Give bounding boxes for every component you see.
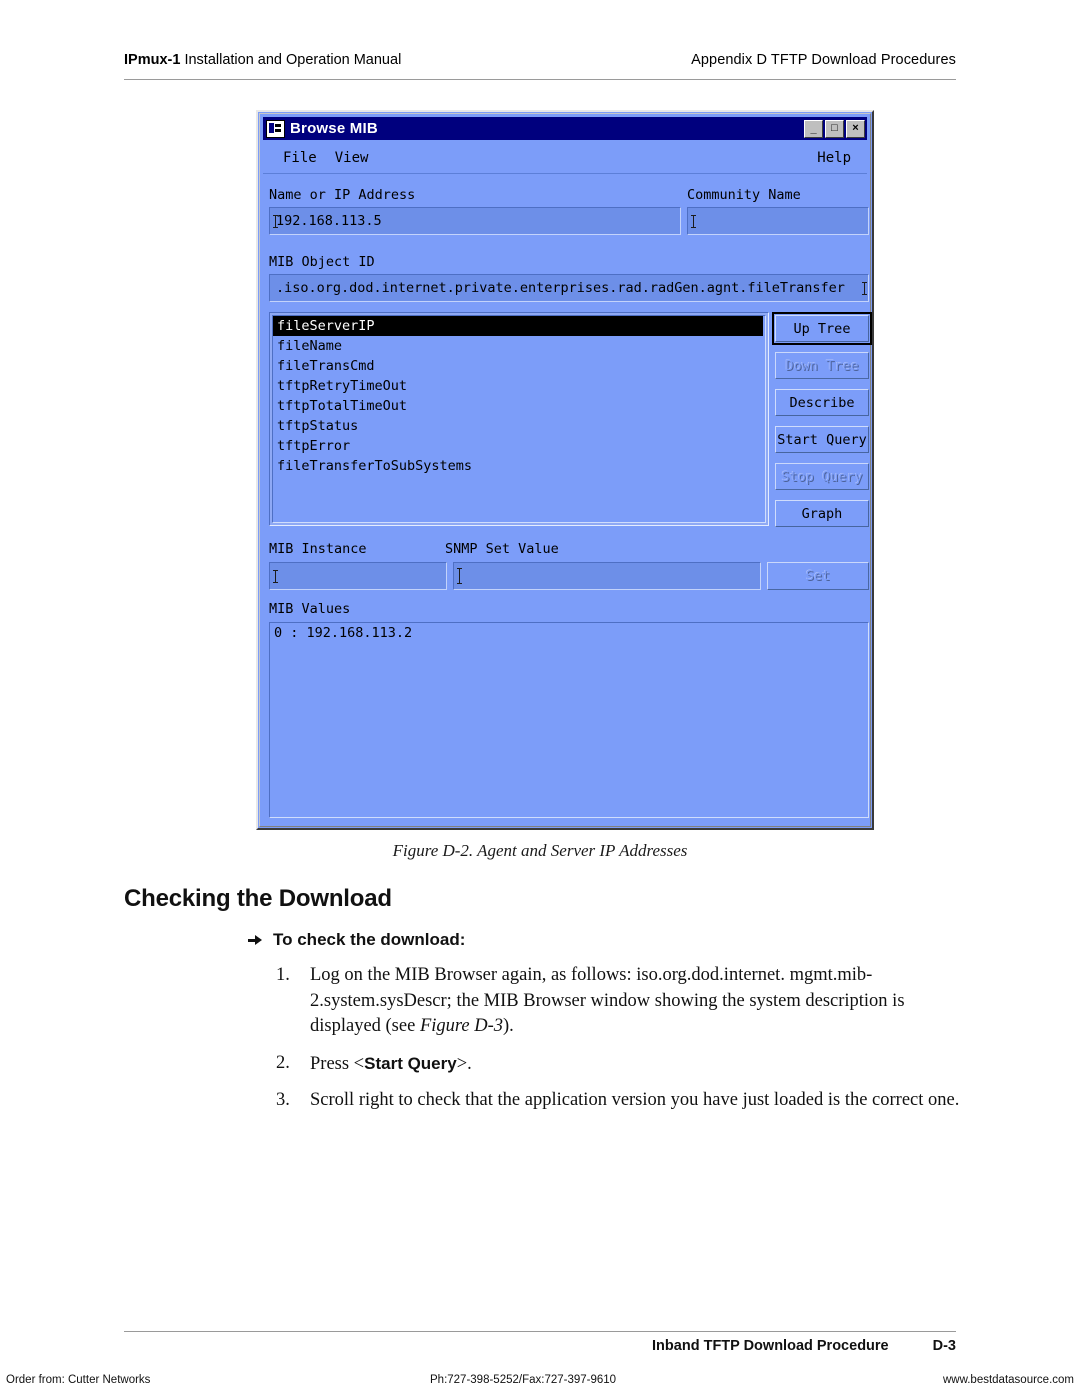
minimize-icon: _ xyxy=(810,122,817,135)
name-or-ip-value: 192.168.113.5 xyxy=(276,213,382,229)
mib-values-label: MIB Values xyxy=(269,601,351,617)
text-caret-icon xyxy=(862,281,867,295)
vendor-order-from: Order from: Cutter Networks xyxy=(6,1374,151,1386)
minimize-button[interactable]: _ xyxy=(804,119,823,138)
mib-tree-items: fileServerIP fileName fileTransCmd tftpRetr… xyxy=(273,316,765,476)
mib-values-rows: 0 : 192.168.113.2 xyxy=(270,623,868,643)
step-number: 1. xyxy=(276,965,290,985)
figure-caption: Figure D-2. Agent and Server IP Addresse… xyxy=(392,841,688,860)
footer-page-number: D-3 xyxy=(932,1338,956,1354)
menu-view[interactable]: View xyxy=(335,150,369,166)
mib-tree-listbox[interactable]: fileServerIP fileName fileTransCmd tftpRetr… xyxy=(269,312,769,526)
step-number: 2. xyxy=(276,1052,290,1073)
mib-tree-list-inner: fileServerIP fileName fileTransCmd tftpRetr… xyxy=(272,315,766,523)
step-text-fragment: ). xyxy=(503,1016,514,1036)
procedure-heading-label: To check the download: xyxy=(273,930,466,949)
vendor-phone: Ph:727-398-5252/Fax:727-397-9610 xyxy=(430,1374,617,1386)
mib-tree-item[interactable]: fileTransferToSubSystems xyxy=(273,456,765,476)
procedure-heading: To check the download: xyxy=(248,930,465,950)
text-caret-icon xyxy=(273,214,278,228)
footer-section-title: Inband TFTP Download Procedure xyxy=(652,1338,889,1354)
start-query-button[interactable]: Start Query xyxy=(775,426,869,453)
menu-help[interactable]: Help xyxy=(817,150,851,166)
menubar: File View Help xyxy=(263,142,867,174)
step-text-fragment: Figure D-3 xyxy=(419,1016,503,1036)
down-tree-button[interactable]: Down Tree xyxy=(775,352,869,379)
procedure-step: 1. Log on the MIB Browser again, as follo… xyxy=(276,963,976,1040)
page-footer: Inband TFTP Download Procedure D-3 xyxy=(124,1338,956,1354)
step-text: Scroll right to check that the applicati… xyxy=(310,1088,976,1114)
mib-tree-item[interactable]: fileServerIP xyxy=(273,316,763,336)
name-or-ip-label: Name or IP Address xyxy=(269,187,416,203)
close-button[interactable]: × xyxy=(846,119,865,138)
header-divider xyxy=(124,79,956,80)
graph-button[interactable]: Graph xyxy=(775,500,869,527)
mib-tree-item[interactable]: tftpError xyxy=(273,436,765,456)
mib-browser-icon xyxy=(266,119,285,138)
page-header-subtitle: Installation and Operation Manual xyxy=(180,52,402,68)
page-header-right: Appendix D TFTP Download Procedures xyxy=(691,52,956,68)
procedure-step: 2. Press <Start Query>. xyxy=(276,1051,976,1078)
community-name-label: Community Name xyxy=(687,187,801,203)
procedure-step: 3. Scroll right to check that the applica… xyxy=(276,1088,976,1114)
text-caret-icon xyxy=(273,569,278,583)
window-title: Browse MIB xyxy=(290,120,378,137)
step-text-fragment: Scroll right to check that the applicati… xyxy=(310,1090,960,1110)
window-inner-frame: Browse MIB _ □ × File View Help Name or … xyxy=(259,113,872,827)
mib-instance-label: MIB Instance xyxy=(269,541,367,557)
step-number: 3. xyxy=(276,1090,290,1110)
step-text-fragment: Log on the MIB Browser again, as follows… xyxy=(310,965,905,1036)
up-tree-button[interactable]: Up Tree xyxy=(772,312,872,345)
procedure-steps: 1. Log on the MIB Browser again, as follo… xyxy=(276,963,976,1125)
close-icon: × xyxy=(852,122,859,134)
footer-divider xyxy=(124,1331,956,1332)
step-text-fragment: Start Query xyxy=(364,1053,457,1073)
step-text-fragment: >. xyxy=(456,1053,472,1074)
browse-mib-window: Browse MIB _ □ × File View Help Name or … xyxy=(256,110,874,830)
page-header-product: IPmux-1 xyxy=(124,52,181,68)
vendor-website[interactable]: www.bestdatasource.com xyxy=(943,1374,1074,1386)
mib-object-id-label: MIB Object ID xyxy=(269,254,375,270)
mib-values-listbox[interactable]: 0 : 192.168.113.2 xyxy=(269,622,869,818)
text-caret-icon xyxy=(691,214,696,228)
vendor-bar: Order from: Cutter Networks Ph:727-398-5… xyxy=(0,1374,1080,1397)
maximize-button[interactable]: □ xyxy=(825,119,844,138)
snmp-set-value-label: SNMP Set Value xyxy=(445,541,559,557)
snmp-set-value-input[interactable] xyxy=(453,562,761,590)
page-title: Checking the Download xyxy=(124,885,392,912)
mib-tree-item[interactable]: tftpStatus xyxy=(273,416,765,436)
stop-query-button[interactable]: Stop Query xyxy=(775,463,869,490)
step-text: Press <Start Query>. xyxy=(310,1051,976,1078)
mib-instance-input[interactable] xyxy=(269,562,447,590)
window-titlebar[interactable]: Browse MIB _ □ × xyxy=(263,117,867,140)
mib-object-id-input[interactable]: .iso.org.dod.internet.private.enterprise… xyxy=(269,274,869,302)
mib-object-id-value: .iso.org.dod.internet.private.enterprise… xyxy=(276,280,845,296)
describe-button[interactable]: Describe xyxy=(775,389,869,416)
mib-tree-item[interactable]: fileName xyxy=(273,336,765,356)
page-header-left: IPmux-1 Installation and Operation Manua… xyxy=(124,52,401,68)
community-name-input[interactable] xyxy=(687,207,869,235)
set-button[interactable]: Set xyxy=(767,562,869,590)
step-text: Log on the MIB Browser again, as follows… xyxy=(310,963,976,1040)
step-text-fragment: Press < xyxy=(310,1053,365,1074)
text-caret-icon xyxy=(457,568,462,584)
mib-value-row: 0 : 192.168.113.2 xyxy=(274,625,413,641)
mib-tree-item[interactable]: tftpRetryTimeOut xyxy=(273,376,765,396)
arrow-bullet-icon xyxy=(248,934,263,946)
mib-tree-item[interactable]: tftpTotalTimeOut xyxy=(273,396,765,416)
menu-file[interactable]: File xyxy=(283,150,317,166)
window-body: Name or IP Address 192.168.113.5 Communi… xyxy=(263,174,872,823)
window-controls: _ □ × xyxy=(804,119,865,138)
page-header: IPmux-1 Installation and Operation Manua… xyxy=(124,52,956,76)
figure-screenshot: Browse MIB _ □ × File View Help Name or … xyxy=(256,110,874,830)
name-or-ip-input[interactable]: 192.168.113.5 xyxy=(269,207,681,235)
maximize-icon: □ xyxy=(831,122,838,134)
mib-tree-item[interactable]: fileTransCmd xyxy=(273,356,765,376)
